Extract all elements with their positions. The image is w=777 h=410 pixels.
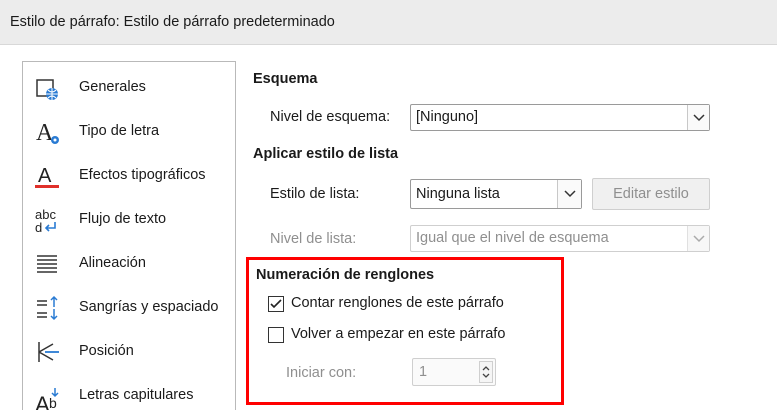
sidebar-item-text-flow[interactable]: abc d Flujo de texto (23, 198, 235, 242)
font-icon: A (35, 118, 61, 146)
chevron-down-icon[interactable] (557, 180, 581, 208)
outline-heading: Esquema (253, 71, 318, 87)
sidebar-item-font[interactable]: A Tipo de letra (23, 110, 235, 154)
sidebar-item-drop-caps[interactable]: A b Letras capitulares (23, 374, 235, 410)
sidebar: Generales A Tipo de letra A Efectos tipo… (22, 61, 236, 410)
sidebar-item-label: Efectos tipográficos (79, 167, 206, 183)
list-style-value: Ninguna lista (416, 186, 500, 202)
spinner-arrows-icon[interactable] (479, 361, 493, 383)
list-style-label: Estilo de lista: (270, 186, 360, 202)
svg-text:A: A (36, 120, 54, 146)
indents-spacing-icon (35, 294, 61, 322)
sidebar-item-label: Flujo de texto (79, 211, 167, 227)
outline-level-value: [Ninguno] (416, 109, 479, 125)
sidebar-item-position[interactable]: Posición (23, 330, 235, 374)
restart-numbering-label[interactable]: Volver a empezar en este párrafo (291, 326, 505, 342)
svg-text:A: A (35, 392, 50, 410)
edit-style-button[interactable]: Editar estilo (592, 178, 710, 210)
svg-text:A: A (38, 165, 52, 187)
sidebar-item-alignment[interactable]: Alineación (23, 242, 235, 286)
drop-caps-icon: A b (35, 382, 61, 410)
count-lines-label[interactable]: Contar renglones de este párrafo (291, 295, 504, 311)
dialog-title: Estilo de párrafo: Estilo de párrafo pre… (10, 14, 335, 30)
dialog-title-bar: Estilo de párrafo: Estilo de párrafo pre… (0, 0, 777, 45)
list-level-value: Igual que el nivel de esquema (416, 230, 609, 246)
general-settings-icon (35, 74, 61, 102)
sidebar-item-font-effects[interactable]: A Efectos tipográficos (23, 154, 235, 198)
sidebar-item-label: Tipo de letra (79, 123, 160, 139)
line-numbering-heading: Numeración de renglones (256, 267, 435, 283)
svg-text:b: b (49, 395, 57, 410)
list-level-label: Nivel de lista: (270, 231, 357, 247)
edit-style-label: Editar estilo (613, 186, 689, 202)
list-level-select[interactable]: Igual que el nivel de esquema (410, 225, 710, 252)
sidebar-item-general[interactable]: Generales (23, 66, 235, 110)
outline-level-label: Nivel de esquema: (270, 109, 391, 125)
chevron-down-icon[interactable] (687, 105, 709, 130)
sidebar-item-label: Posición (79, 343, 134, 359)
sidebar-item-label: Generales (79, 79, 146, 95)
sidebar-item-label: Sangrías y espaciado (79, 299, 219, 315)
sidebar-item-indents-spacing[interactable]: Sangrías y espaciado (23, 286, 235, 330)
sidebar-item-label: Letras capitulares (79, 387, 194, 403)
count-lines-checkbox[interactable] (268, 296, 284, 312)
checkmark-icon (270, 299, 282, 309)
restart-numbering-checkbox[interactable] (268, 327, 284, 343)
outline-level-select[interactable]: [Ninguno] (410, 104, 710, 131)
font-effects-icon: A (35, 162, 61, 190)
sidebar-item-label: Alineación (79, 255, 146, 271)
alignment-icon (35, 250, 61, 278)
start-with-value: 1 (419, 364, 428, 380)
list-style-heading: Aplicar estilo de lista (253, 146, 399, 162)
svg-text:d: d (35, 220, 42, 234)
text-flow-icon: abc d (35, 206, 61, 235)
chevron-down-icon[interactable] (687, 226, 709, 251)
list-style-select[interactable]: Ninguna lista (410, 179, 582, 209)
position-icon (35, 338, 61, 366)
start-with-spinner[interactable]: 1 (412, 358, 496, 386)
dialog-content: Generales A Tipo de letra A Efectos tipo… (0, 45, 777, 410)
start-with-label: Iniciar con: (286, 365, 357, 381)
